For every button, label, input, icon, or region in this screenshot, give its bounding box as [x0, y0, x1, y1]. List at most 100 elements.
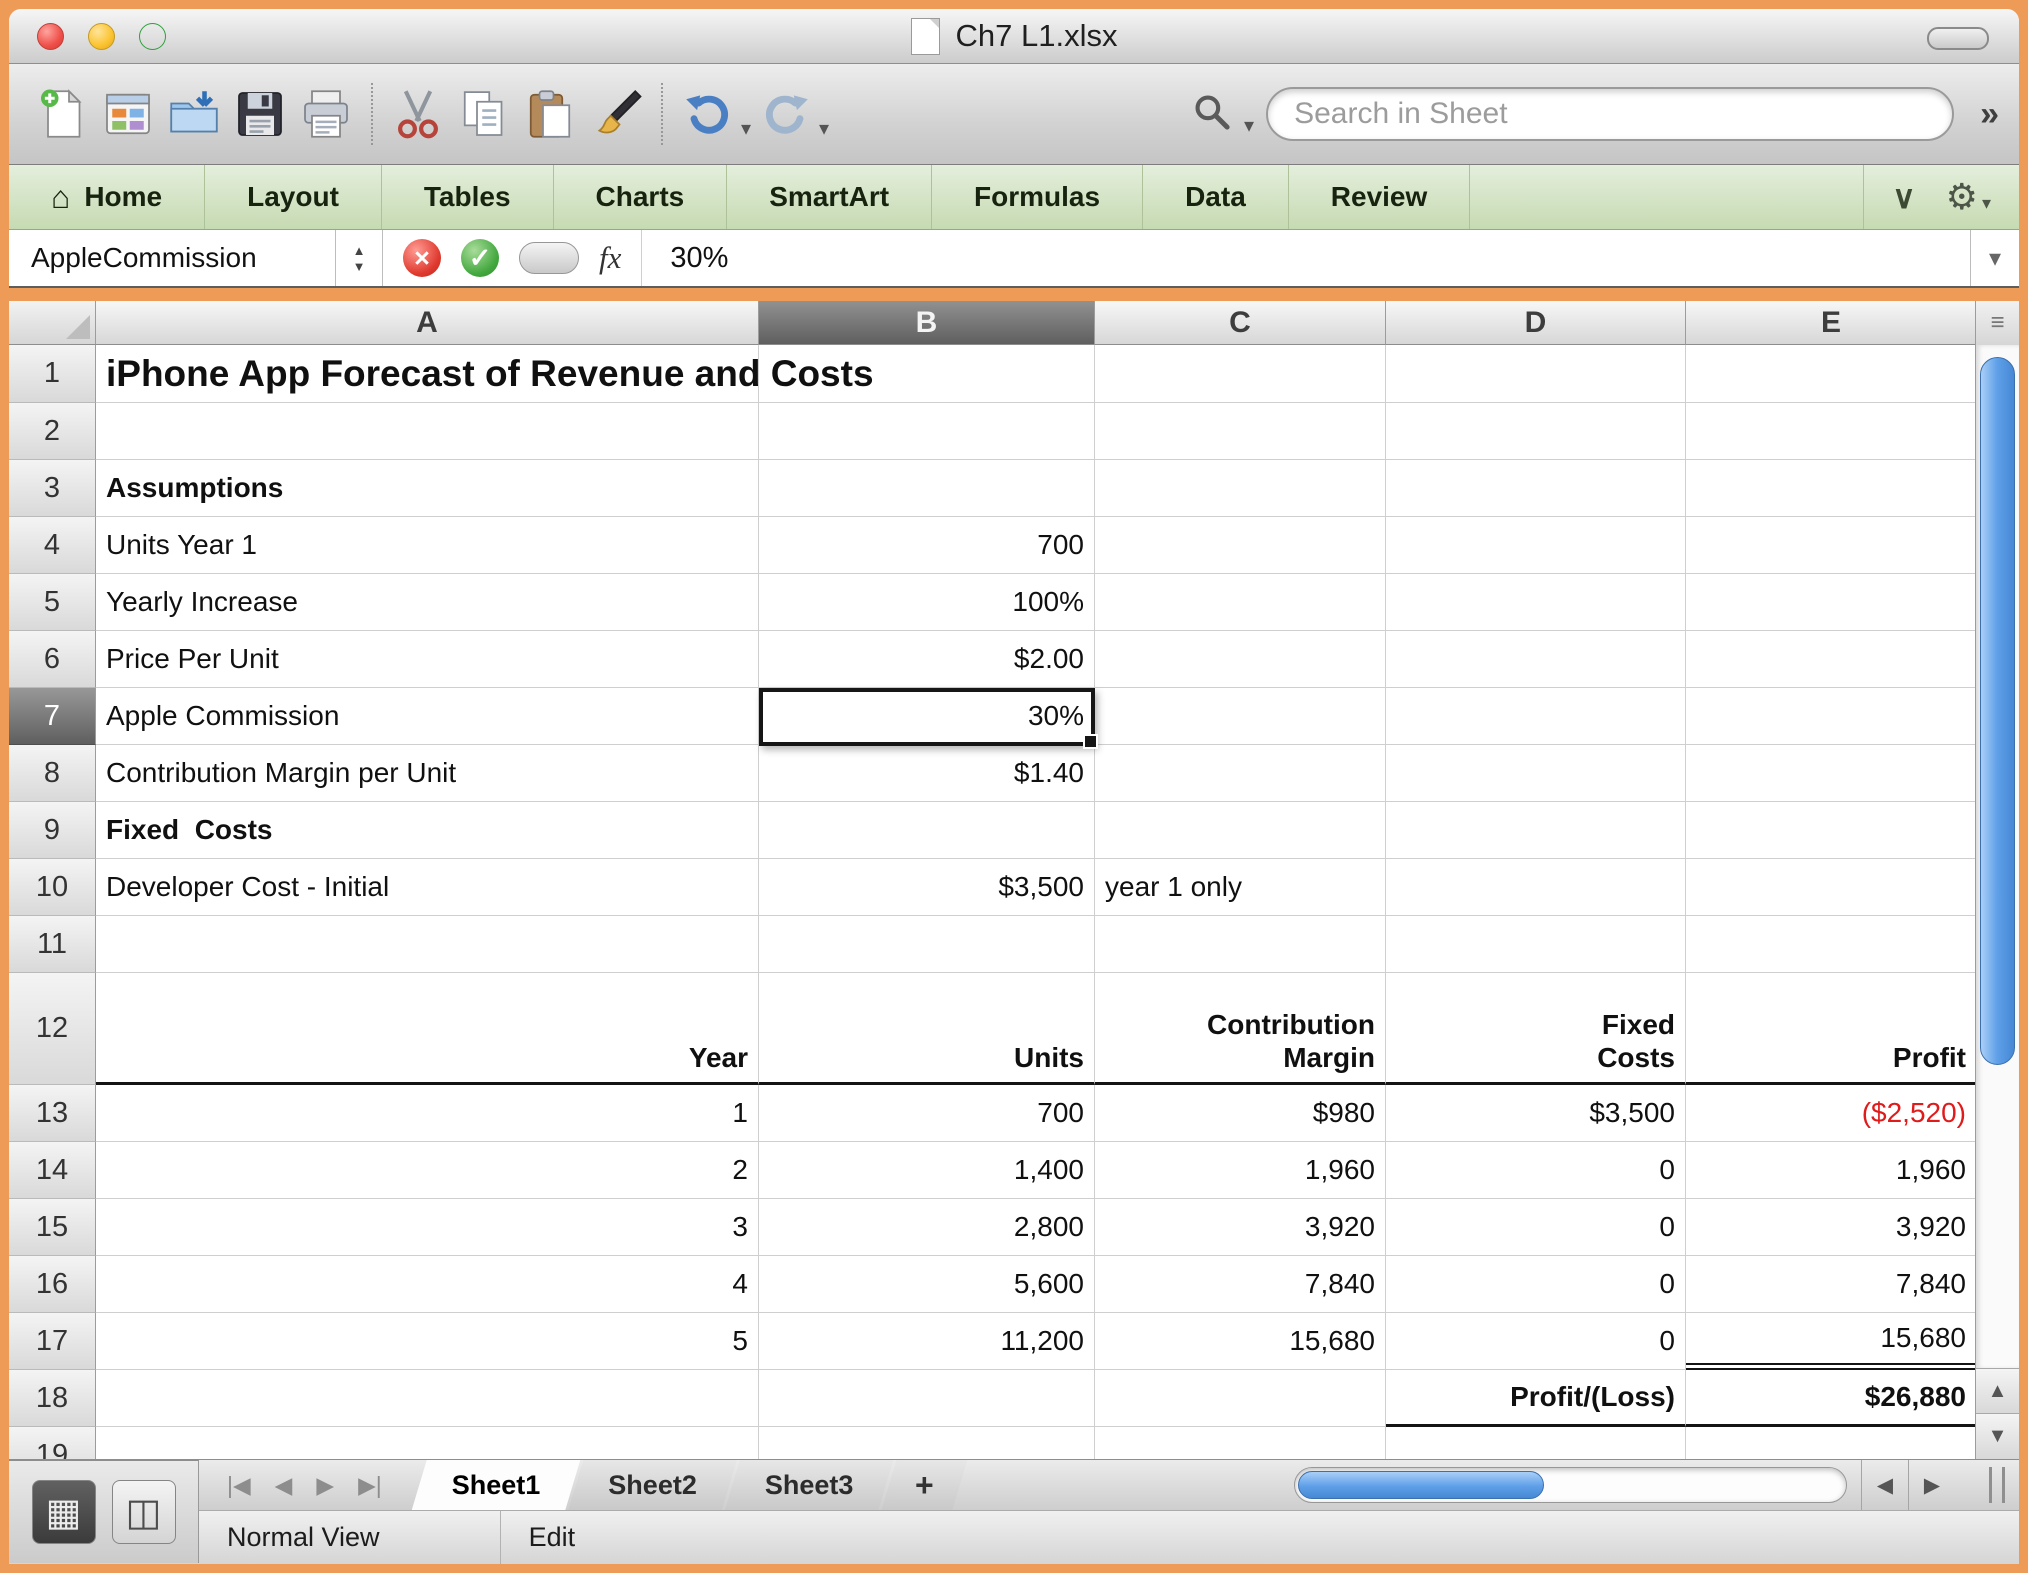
cell-A12[interactable]: Year: [96, 973, 759, 1085]
cell-E17[interactable]: 15,680: [1686, 1313, 1977, 1370]
cell-A18[interactable]: [96, 1370, 759, 1427]
cell-D8[interactable]: [1386, 745, 1686, 802]
cell-D15[interactable]: 0: [1386, 1199, 1686, 1256]
redo-button[interactable]: [753, 75, 819, 153]
cell-B3[interactable]: [759, 460, 1095, 517]
cell-E1[interactable]: [1686, 345, 1977, 403]
tab-formulas[interactable]: Formulas: [932, 165, 1144, 229]
format-painter-button[interactable]: [583, 75, 649, 153]
tab-review[interactable]: Review: [1289, 165, 1471, 229]
horizontal-scroll-thumb[interactable]: [1298, 1471, 1544, 1499]
next-sheet-button[interactable]: ▶: [316, 1472, 334, 1499]
row-header-11[interactable]: 11: [9, 916, 96, 973]
save-button[interactable]: [227, 75, 293, 153]
row-header-6[interactable]: 6: [9, 631, 96, 688]
cell-B11[interactable]: [759, 916, 1095, 973]
cell-B14[interactable]: 1,400: [759, 1142, 1095, 1199]
new-document-button[interactable]: [29, 75, 95, 153]
search-input[interactable]: Search in Sheet: [1266, 87, 1955, 141]
name-box-stepper[interactable]: ▲ ▼: [335, 230, 383, 286]
row-header-14[interactable]: 14: [9, 1142, 96, 1199]
cell-E6[interactable]: [1686, 631, 1977, 688]
row-header-7[interactable]: 7: [9, 688, 96, 745]
cell-E14[interactable]: 1,960: [1686, 1142, 1977, 1199]
normal-view-button[interactable]: ▦: [31, 1480, 96, 1544]
cell-C6[interactable]: [1095, 631, 1386, 688]
ribbon-collapse-button[interactable]: ∨: [1892, 178, 1915, 216]
scroll-down-button[interactable]: ▼: [1976, 1413, 2019, 1459]
cell-A2[interactable]: [96, 403, 759, 460]
cell-D1[interactable]: [1386, 345, 1686, 403]
column-header-D[interactable]: D: [1386, 301, 1686, 345]
column-header-A[interactable]: A: [96, 301, 759, 345]
cell-D12[interactable]: Fixed Costs: [1386, 973, 1686, 1085]
cell-D4[interactable]: [1386, 517, 1686, 574]
cell-C10[interactable]: year 1 only: [1095, 859, 1386, 916]
formula-bar-dropdown[interactable]: ▾: [1970, 230, 2019, 286]
row-header-10[interactable]: 10: [9, 859, 96, 916]
cell-A3[interactable]: Assumptions: [96, 460, 759, 517]
tab-sheet2[interactable]: Sheet2: [568, 1460, 737, 1510]
row-header-17[interactable]: 17: [9, 1313, 96, 1370]
cell-A4[interactable]: Units Year 1: [96, 517, 759, 574]
column-header-B[interactable]: B: [759, 301, 1095, 345]
cell-C3[interactable]: [1095, 460, 1386, 517]
cell-A15[interactable]: 3: [96, 1199, 759, 1256]
cell-E11[interactable]: [1686, 916, 1977, 973]
tab-sheet1[interactable]: Sheet1: [412, 1460, 581, 1510]
scroll-up-button[interactable]: ▲: [1976, 1368, 2019, 1414]
cell-B13[interactable]: 700: [759, 1085, 1095, 1142]
cell-D14[interactable]: 0: [1386, 1142, 1686, 1199]
cell-B6[interactable]: $2.00: [759, 631, 1095, 688]
open-button[interactable]: [161, 75, 227, 153]
cell-C5[interactable]: [1095, 574, 1386, 631]
cell-E2[interactable]: [1686, 403, 1977, 460]
undo-button[interactable]: [675, 75, 741, 153]
row-header-1[interactable]: 1: [9, 345, 96, 403]
cell-D11[interactable]: [1386, 916, 1686, 973]
cell-D6[interactable]: [1386, 631, 1686, 688]
vertical-scroll-track[interactable]: [1976, 345, 2019, 1369]
row-header-18[interactable]: 18: [9, 1370, 96, 1427]
tab-charts[interactable]: Charts: [554, 165, 728, 229]
cell-A14[interactable]: 2: [96, 1142, 759, 1199]
cell-B4[interactable]: 700: [759, 517, 1095, 574]
row-header-3[interactable]: 3: [9, 460, 96, 517]
cell-D16[interactable]: 0: [1386, 1256, 1686, 1313]
cell-C7[interactable]: [1095, 688, 1386, 745]
cell-D3[interactable]: [1386, 460, 1686, 517]
cell-E18[interactable]: $26,880: [1686, 1370, 1977, 1427]
cell-C12[interactable]: Contribution Margin: [1095, 973, 1386, 1085]
cell-D13[interactable]: $3,500: [1386, 1085, 1686, 1142]
cell-E10[interactable]: [1686, 859, 1977, 916]
row-header-9[interactable]: 9: [9, 802, 96, 859]
redo-dropdown[interactable]: ▾: [819, 116, 829, 141]
cell-C4[interactable]: [1095, 517, 1386, 574]
row-header-12[interactable]: 12: [9, 973, 96, 1085]
row-header-5[interactable]: 5: [9, 574, 96, 631]
cell-B17[interactable]: 11,200: [759, 1313, 1095, 1370]
formula-builder-button[interactable]: [519, 242, 579, 274]
tab-smartart[interactable]: SmartArt: [727, 165, 933, 229]
copy-button[interactable]: [451, 75, 517, 153]
cell-D19[interactable]: [1386, 1427, 1686, 1459]
cell-C8[interactable]: [1095, 745, 1386, 802]
cell-B2[interactable]: [759, 403, 1095, 460]
cut-button[interactable]: [385, 75, 451, 153]
row-header-2[interactable]: 2: [9, 403, 96, 460]
column-header-C[interactable]: C: [1095, 301, 1386, 345]
cell-A17[interactable]: 5: [96, 1313, 759, 1370]
cell-E4[interactable]: [1686, 517, 1977, 574]
pane-splitter-handle[interactable]: [1989, 1467, 2005, 1503]
cell-C14[interactable]: 1,960: [1095, 1142, 1386, 1199]
vertical-scroll-thumb[interactable]: [1980, 357, 2015, 1065]
cell-C13[interactable]: $980: [1095, 1085, 1386, 1142]
cell-A10[interactable]: Developer Cost - Initial: [96, 859, 759, 916]
cell-B10[interactable]: $3,500: [759, 859, 1095, 916]
titlebar[interactable]: Ch7 L1.xlsx: [9, 9, 2019, 64]
print-button[interactable]: [293, 75, 359, 153]
split-handle[interactable]: ≡: [1976, 301, 2019, 346]
cell-C18[interactable]: [1095, 1370, 1386, 1427]
last-sheet-button[interactable]: ▶|: [358, 1472, 382, 1499]
toolbar-overflow-button[interactable]: »: [1980, 95, 1999, 134]
